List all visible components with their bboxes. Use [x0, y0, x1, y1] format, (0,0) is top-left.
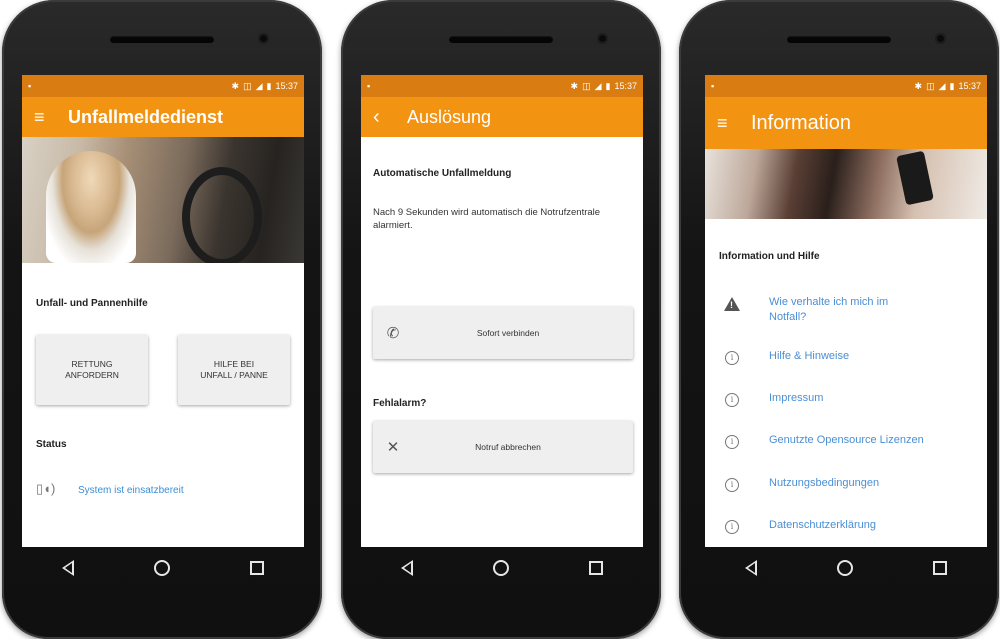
phone-icon: ✆ [386, 325, 400, 342]
bluetooth-icon: ✱ [914, 80, 923, 91]
list-item-imprint[interactable]: i Impressum [705, 391, 987, 409]
driver-figure [46, 151, 136, 263]
hero-image-driver [22, 137, 304, 263]
app-bar: ≡ Unfallmeldedienst [22, 97, 304, 137]
info-icon: i [725, 435, 739, 449]
list-item-privacy-policy[interactable]: i Datenschutzerklärung [705, 518, 987, 536]
signal-icon: ◢ [938, 80, 946, 91]
android-nav-bar [361, 547, 643, 589]
home-icon[interactable] [837, 560, 853, 576]
connect-now-button[interactable]: ✆ Sofort verbinden [373, 307, 633, 359]
cancel-emergency-label: Notruf abbrechen [475, 442, 541, 452]
home-icon[interactable] [154, 560, 170, 576]
info-icon: i [725, 393, 739, 407]
list-item-label: Nutzungsbedingungen [769, 477, 880, 489]
back-icon[interactable] [401, 560, 413, 576]
status-time: 15:37 [275, 81, 298, 91]
page-title: Information [751, 111, 852, 134]
section-title-info: Information und Hilfe [719, 251, 820, 262]
system-status-link[interactable]: System ist einsatzbereit [78, 485, 184, 496]
app-bar: ‹ Auslösung [361, 97, 643, 137]
vibrate-icon: ◫ [243, 80, 252, 91]
info-icon: i [725, 478, 739, 492]
warning-icon [724, 297, 740, 311]
list-item-label: Impressum [769, 392, 824, 404]
menu-icon[interactable]: ≡ [717, 114, 739, 132]
list-item-emergency-behavior[interactable]: Wie verhalte ich mich im Notfall? [705, 295, 987, 325]
list-item-label: Genutzte Opensource Lizenzen [769, 434, 924, 446]
page-title: Auslösung [407, 106, 492, 127]
status-bar: ▪ ✱ ◫ ◢ ▮ 15:37 [361, 75, 643, 97]
heading-auto-report: Automatische Unfallmeldung [373, 168, 512, 179]
cancel-emergency-button[interactable]: ✕ Notruf abbrechen [373, 421, 633, 473]
speaker-grille [110, 36, 214, 43]
section-title-status: Status [36, 439, 67, 450]
notification-icon: ▪ [367, 81, 371, 91]
close-icon: ✕ [386, 439, 400, 456]
list-item-label: Hilfe & Hinweise [769, 350, 850, 362]
hero-image-phone-user [705, 149, 987, 219]
battery-icon: ▮ [949, 80, 955, 91]
signal-icon: ◢ [594, 80, 602, 91]
list-item-help-hints[interactable]: i Hilfe & Hinweise [705, 349, 987, 367]
speaker-grille [449, 36, 553, 43]
bluetooth-icon: ✱ [231, 80, 240, 91]
status-bar: ▪ ✱ ◫ ◢ ▮ 15:37 [22, 75, 304, 97]
android-nav-bar [705, 547, 987, 589]
signal-icon: ◢ [255, 80, 263, 91]
connect-now-label: Sofort verbinden [476, 328, 540, 338]
recent-apps-icon[interactable] [933, 561, 947, 575]
back-arrow-icon[interactable]: ‹ [373, 107, 395, 127]
screen-ausloesung: ▪ ✱ ◫ ◢ ▮ 15:37 ‹ Auslösung Automatische… [361, 75, 643, 547]
auto-report-description: Nach 9 Sekunden wird automatisch die Not… [373, 207, 601, 231]
phone-1: ▪ ✱ ◫ ◢ ▮ 15:37 ≡ Unfallmeldedienst Unfa… [2, 0, 322, 639]
front-camera [258, 33, 269, 44]
list-item-terms-of-use[interactable]: i Nutzungsbedingungen [705, 476, 987, 494]
request-rescue-button[interactable]: RETTUNG ANFORDERN [36, 335, 148, 405]
back-icon[interactable] [745, 560, 757, 576]
app-bar: ≡ Information [705, 97, 987, 149]
recent-apps-icon[interactable] [589, 561, 603, 575]
list-item-label: Wie verhalte ich mich im Notfall? [769, 296, 889, 323]
screen-unfallmeldedienst: ▪ ✱ ◫ ◢ ▮ 15:37 ≡ Unfallmeldedienst Unfa… [22, 75, 304, 547]
phone-2: ▪ ✱ ◫ ◢ ▮ 15:37 ‹ Auslösung Automatische… [341, 0, 661, 639]
notification-icon: ▪ [28, 81, 32, 91]
status-bar: ▪ ✱ ◫ ◢ ▮ 15:37 [705, 75, 987, 97]
front-camera [935, 33, 946, 44]
list-item-label: Datenschutzerklärung [769, 519, 877, 531]
vibrate-icon: ◫ [582, 80, 591, 91]
handheld-phone [896, 150, 934, 206]
steering-wheel [182, 167, 262, 263]
front-camera [597, 33, 608, 44]
notification-icon: ▪ [711, 81, 715, 91]
android-nav-bar [22, 547, 304, 589]
help-breakdown-button[interactable]: HILFE BEI UNFALL / PANNE [178, 335, 290, 405]
status-time: 15:37 [958, 81, 981, 91]
vibrate-icon: ◫ [926, 80, 935, 91]
list-item-opensource-licenses[interactable]: i Genutzte Opensource Lizenzen [705, 433, 987, 451]
speaker-grille [787, 36, 891, 43]
phone-3: ▪ ✱ ◫ ◢ ▮ 15:37 ≡ Information Informatio… [679, 0, 999, 639]
back-icon[interactable] [62, 560, 74, 576]
battery-icon: ▮ [266, 80, 272, 91]
device-status-icon: ▯◖) [36, 481, 56, 496]
bluetooth-icon: ✱ [570, 80, 579, 91]
page-title: Unfallmeldedienst [68, 106, 224, 127]
false-alarm-heading: Fehlalarm? [373, 398, 427, 409]
info-icon: i [725, 520, 739, 534]
section-title-help: Unfall- und Pannenhilfe [36, 298, 148, 309]
menu-icon[interactable]: ≡ [34, 108, 56, 126]
home-icon[interactable] [493, 560, 509, 576]
battery-icon: ▮ [605, 80, 611, 91]
status-time: 15:37 [614, 81, 637, 91]
info-icon: i [725, 351, 739, 365]
recent-apps-icon[interactable] [250, 561, 264, 575]
screen-information: ▪ ✱ ◫ ◢ ▮ 15:37 ≡ Information Informatio… [705, 75, 987, 547]
